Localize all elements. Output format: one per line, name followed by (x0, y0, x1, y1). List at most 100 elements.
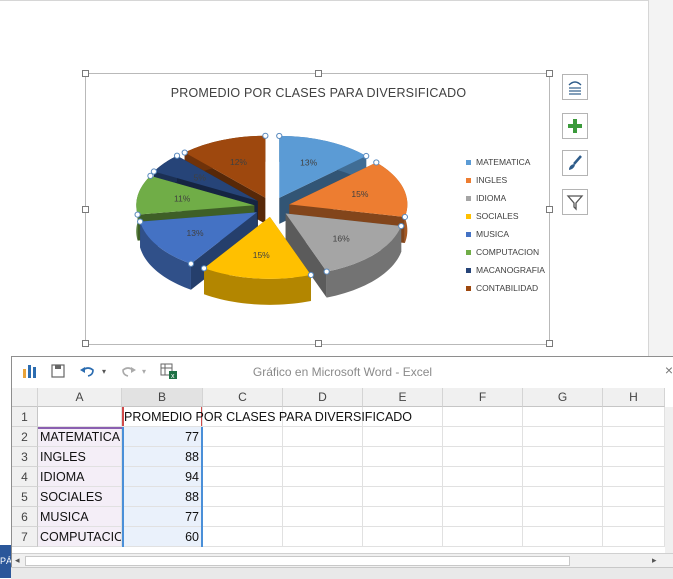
slice-selection-handle[interactable] (373, 159, 380, 166)
cell-empty[interactable] (363, 467, 443, 487)
cell-empty[interactable] (523, 507, 603, 527)
column-header[interactable]: A (38, 388, 122, 407)
scroll-left-icon[interactable]: ◂ (15, 555, 20, 566)
cell-empty[interactable] (523, 527, 603, 547)
cell-empty[interactable] (283, 427, 363, 447)
resize-handle-mr[interactable] (546, 206, 553, 213)
cell-empty[interactable] (603, 407, 665, 427)
column-header[interactable]: H (603, 388, 665, 407)
resize-handle-br[interactable] (546, 340, 553, 347)
row-header[interactable]: 3 (12, 447, 38, 467)
slice-selection-handle[interactable] (276, 132, 283, 140)
cell-empty[interactable] (523, 487, 603, 507)
cell-empty[interactable] (523, 467, 603, 487)
slice-selection-handle[interactable] (137, 218, 144, 225)
cell-empty[interactable] (363, 447, 443, 467)
row-header[interactable]: 5 (12, 487, 38, 507)
chart-elements-icon[interactable] (562, 113, 588, 139)
slice-selection-handle[interactable] (173, 152, 181, 159)
slice-selection-handle[interactable] (398, 222, 405, 230)
slice-selection-handle[interactable] (187, 260, 195, 267)
cell-empty[interactable] (443, 507, 523, 527)
slice-selection-handle[interactable] (262, 132, 269, 139)
row-header[interactable]: 4 (12, 467, 38, 487)
legend-swatch (466, 195, 471, 201)
horizontal-scroll-thumb[interactable] (25, 556, 570, 566)
cell-empty[interactable] (523, 447, 603, 467)
slice-selection-handle[interactable] (323, 268, 330, 275)
cell-b[interactable]: 77 (122, 427, 203, 447)
cell-a[interactable]: COMPUTACION (38, 527, 122, 547)
cell-a[interactable]: MUSICA (38, 507, 122, 527)
cell-empty[interactable] (283, 507, 363, 527)
cell-b[interactable]: 77 (122, 507, 203, 527)
cell-empty[interactable] (363, 487, 443, 507)
pie-chart[interactable]: 13% 15% 16% 15% 13% 11% 5% 12% (85, 73, 465, 345)
cell-empty[interactable] (603, 507, 665, 527)
cell-empty[interactable] (443, 467, 523, 487)
column-header[interactable]: E (363, 388, 443, 407)
slice-selection-handle[interactable] (363, 152, 370, 160)
chart-styles-icon[interactable] (562, 150, 588, 176)
cell-empty[interactable] (203, 467, 283, 487)
slice-selection-handle[interactable] (307, 271, 314, 279)
cell-b-title[interactable]: PROMEDIO POR CLASES PARA DIVERSIFICADO (122, 407, 412, 427)
cell-a[interactable]: INGLES (38, 447, 122, 467)
cell-b[interactable]: 60 (122, 527, 203, 547)
cell-empty[interactable] (443, 527, 523, 547)
slice-selection-handle[interactable] (150, 168, 157, 175)
slice-selection-handle[interactable] (181, 149, 188, 156)
cell-b[interactable]: 88 (122, 487, 203, 507)
cell-empty[interactable] (603, 447, 665, 467)
row-header[interactable]: 6 (12, 507, 38, 527)
cell-empty[interactable] (603, 427, 665, 447)
chart-filters-icon[interactable] (562, 189, 588, 215)
cell-empty[interactable] (203, 427, 283, 447)
cell-a[interactable] (38, 407, 122, 427)
cell-empty[interactable] (443, 447, 523, 467)
cell-empty[interactable] (283, 447, 363, 467)
slice-selection-handle[interactable] (401, 213, 408, 221)
cell-empty[interactable] (443, 427, 523, 447)
vertical-scrollbar[interactable] (665, 407, 673, 553)
cell-b[interactable]: 88 (122, 447, 203, 467)
cell-empty[interactable] (523, 407, 603, 427)
cell-empty[interactable] (203, 507, 283, 527)
cell-empty[interactable] (443, 407, 523, 427)
cell-empty[interactable] (283, 527, 363, 547)
excel-window[interactable]: ▾ ▾ x Gráfico en Microsoft Word - Excel … (11, 356, 673, 578)
select-all-corner[interactable] (12, 388, 38, 407)
row-header[interactable]: 1 (12, 407, 38, 427)
column-header[interactable]: D (283, 388, 363, 407)
cell-empty[interactable] (603, 467, 665, 487)
close-icon[interactable]: × (665, 362, 673, 378)
cell-a[interactable]: IDIOMA (38, 467, 122, 487)
cell-a[interactable]: SOCIALES (38, 487, 122, 507)
layout-options-icon[interactable] (562, 74, 588, 100)
column-header[interactable]: G (523, 388, 603, 407)
cell-empty[interactable] (603, 487, 665, 507)
cell-empty[interactable] (603, 527, 665, 547)
cell-empty[interactable] (203, 447, 283, 467)
cell-empty[interactable] (443, 487, 523, 507)
cell-b[interactable]: 94 (122, 467, 203, 487)
cell-empty[interactable] (203, 527, 283, 547)
horizontal-scrollbar[interactable]: ◂ ▸ (12, 553, 673, 568)
slice-selection-handle[interactable] (200, 265, 208, 272)
row-header[interactable]: 7 (12, 527, 38, 547)
cell-empty[interactable] (283, 467, 363, 487)
cell-empty[interactable] (523, 427, 603, 447)
column-header[interactable]: B (122, 388, 203, 407)
resize-handle-tr[interactable] (546, 70, 553, 77)
row-header[interactable]: 2 (12, 427, 38, 447)
cell-a[interactable]: MATEMATICA (38, 427, 122, 447)
column-header[interactable]: F (443, 388, 523, 407)
cell-empty[interactable] (203, 487, 283, 507)
column-header[interactable]: C (203, 388, 283, 407)
scroll-right-icon[interactable]: ▸ (652, 555, 657, 566)
cell-empty[interactable] (283, 487, 363, 507)
cell-empty[interactable] (363, 427, 443, 447)
cell-empty[interactable] (363, 527, 443, 547)
cell-empty[interactable] (363, 507, 443, 527)
slice-selection-handle[interactable] (134, 211, 141, 218)
